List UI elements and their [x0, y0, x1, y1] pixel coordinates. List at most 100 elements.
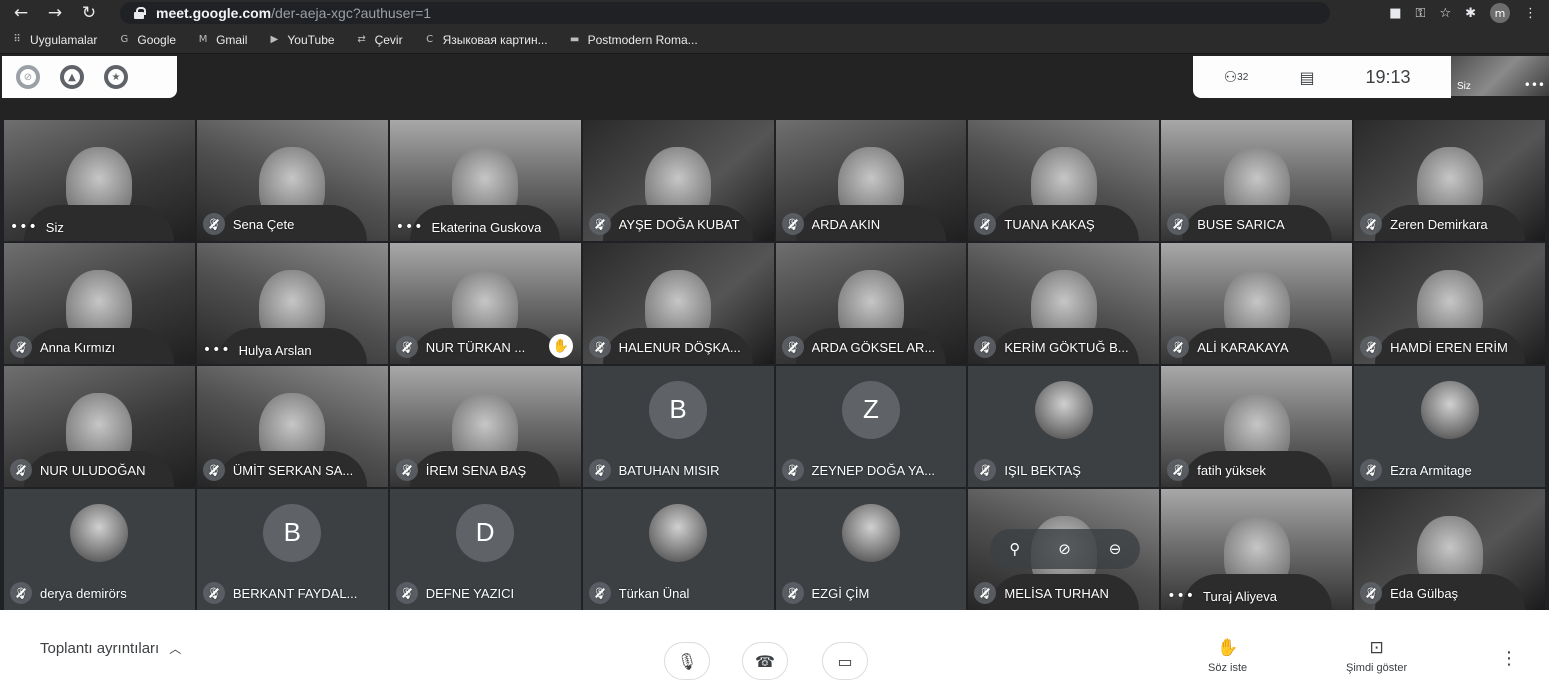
- participant-tile[interactable]: 🎙 ALİ KARAKAYA: [1161, 243, 1353, 364]
- participant-name-row: ••• Siz: [10, 219, 189, 235]
- participant-name: İREM SENA BAŞ: [425, 462, 527, 478]
- more-options-icon[interactable]: •••: [1167, 588, 1195, 604]
- muted-mic-icon: 🎙: [202, 213, 225, 235]
- more-options-icon[interactable]: •••: [203, 342, 231, 358]
- profile-avatar[interactable]: m: [1490, 3, 1510, 23]
- participant-avatar: [841, 503, 900, 562]
- participant-name: BERKANT FAYDAL...: [232, 585, 358, 601]
- bookmark-youtube[interactable]: ▶ YouTube: [267, 33, 335, 47]
- participant-tile[interactable]: 🎙 ARDA GÖKSEL AR...: [775, 243, 967, 364]
- bookmark-language-picture[interactable]: C Языковая картин...: [423, 33, 548, 47]
- participant-tile[interactable]: B 🎙 BERKANT FAYDAL...: [196, 489, 388, 610]
- forward-arrow-icon[interactable]: →: [42, 0, 68, 26]
- browser-toolbar: ← → ↻ meet.google.com/der-aeja-xgc?authu…: [0, 0, 1549, 26]
- bookmark-postmodern[interactable]: ▬ Postmodern Roma...: [568, 33, 698, 47]
- self-view-thumbnail[interactable]: Siz •••: [1451, 56, 1549, 96]
- participant-tile[interactable]: 🎙 derya demirörs: [4, 489, 195, 610]
- participant-tile[interactable]: Z 🎙 ZEYNEP DOĞA YA...: [775, 366, 967, 487]
- address-bar[interactable]: meet.google.com/der-aeja-xgc?authuser=1: [120, 2, 1330, 24]
- camera-indicator-icon[interactable]: ■: [1389, 6, 1401, 21]
- more-options-icon[interactable]: •••: [1524, 78, 1545, 92]
- participant-tile[interactable]: 🎙 EZGİ ÇİM: [775, 489, 967, 610]
- browser-menu-icon[interactable]: ⋮: [1524, 6, 1537, 21]
- participant-tile[interactable]: 🎙 Zeren Demirkara: [1354, 120, 1545, 241]
- more-options-icon[interactable]: •••: [10, 219, 38, 235]
- participant-tile[interactable]: ••• Hulya Arslan: [196, 243, 388, 364]
- participant-tile[interactable]: 🎙 AYŞE DOĞA KUBAT: [582, 120, 774, 241]
- participant-tile[interactable]: 🎙 TUANA KAKAŞ: [968, 120, 1160, 241]
- participant-tile[interactable]: 🎙 Türkan Ünal: [582, 489, 774, 610]
- participant-tile[interactable]: 🎙 Eda Gülbaş: [1354, 489, 1545, 610]
- star-badge-icon[interactable]: ★: [104, 65, 128, 89]
- bookmark-google[interactable]: G Google: [117, 33, 176, 47]
- translate-icon: ⇄: [357, 34, 366, 45]
- muted-mic-icon: 🎙: [974, 213, 997, 235]
- microphone-button[interactable]: 🎙: [664, 642, 710, 680]
- participant-tile[interactable]: 🎙 Anna Kırmızı: [4, 243, 195, 364]
- more-options-icon[interactable]: •••: [396, 219, 424, 235]
- muted-mic-icon: 🎙: [202, 582, 225, 604]
- no-camera-icon[interactable]: ⊘: [16, 65, 40, 89]
- reload-icon[interactable]: ↻: [76, 0, 102, 26]
- participant-tile[interactable]: 🎙 NUR TÜRKAN ... ✋: [389, 243, 581, 364]
- participant-name-row: 🎙 ALİ KARAKAYA: [1167, 336, 1346, 358]
- remove-icon[interactable]: ⊖: [1109, 540, 1122, 558]
- participant-tile[interactable]: 🎙 ARDA AKIN: [775, 120, 967, 241]
- participant-tile[interactable]: ••• Turaj Aliyeva: [1161, 489, 1353, 610]
- participant-tile[interactable]: 🎙 BUSE SARICA: [1161, 120, 1353, 241]
- participant-tile[interactable]: 🎙 ÜMİT SERKAN SA...: [196, 366, 388, 487]
- hang-up-icon: ☎: [755, 651, 775, 671]
- participant-tile[interactable]: ••• Ekaterina Guskova: [389, 120, 581, 241]
- key-icon[interactable]: ⚿: [1416, 6, 1426, 21]
- raise-hand-button[interactable]: ✋ Söz iste: [1208, 638, 1247, 674]
- star-icon[interactable]: ☆: [1439, 6, 1451, 21]
- participant-tile[interactable]: B 🎙 BATUHAN MISIR: [582, 366, 774, 487]
- muted-mic-icon: 🎙: [974, 336, 997, 358]
- more-options-vertical-icon[interactable]: ⋮: [1500, 648, 1518, 669]
- participant-tile[interactable]: ••• Siz: [4, 120, 195, 241]
- back-arrow-icon[interactable]: ←: [8, 0, 34, 26]
- participant-tile[interactable]: 🎙 NUR ULUDOĞAN: [4, 366, 195, 487]
- camera-button[interactable]: ▭: [822, 642, 868, 680]
- mute-participant-icon[interactable]: ⊘: [1058, 540, 1071, 558]
- bookmark-apps[interactable]: ⠿ Uygulamalar: [10, 33, 97, 47]
- meeting-details-toggle[interactable]: Toplantı ayrıntıları ︿: [40, 610, 181, 687]
- participant-tile[interactable]: 🎙 HALENUR DÖŞKA...: [582, 243, 774, 364]
- muted-mic-icon: 🎙: [10, 459, 32, 481]
- muted-mic-icon: 🎙: [781, 336, 804, 358]
- extensions-puzzle-icon[interactable]: ✱: [1465, 6, 1476, 21]
- participant-name-row: 🎙 NUR TÜRKAN ...: [395, 336, 575, 358]
- participant-name-row: 🎙 AYŞE DOĞA KUBAT: [588, 213, 768, 235]
- participant-tile[interactable]: 🎙 Sena Çete: [196, 120, 388, 241]
- muted-mic-icon: 🎙: [1360, 336, 1383, 358]
- participant-name-row: 🎙 KERİM GÖKTUĞ B...: [974, 336, 1153, 358]
- present-now-button[interactable]: ⊡ Şimdi göster: [1346, 638, 1407, 674]
- participant-avatar: [70, 503, 129, 562]
- muted-mic-icon: 🎙: [10, 582, 32, 604]
- participant-name: fatih yüksek: [1197, 462, 1266, 478]
- muted-mic-icon: 🎙: [1360, 459, 1383, 481]
- participant-tile[interactable]: 🎙 KERİM GÖKTUĞ B...: [968, 243, 1160, 364]
- bookmark-gmail[interactable]: M Gmail: [196, 33, 248, 47]
- participant-tile[interactable]: D 🎙 DEFNE YAZICI: [389, 489, 581, 610]
- participant-name-row: 🎙 ÜMİT SERKAN SA...: [202, 459, 382, 481]
- bookmark-translate[interactable]: ⇄ Çevir: [355, 33, 402, 47]
- participant-tile[interactable]: 🎙 Ezra Armitage: [1354, 366, 1545, 487]
- participant-tile[interactable]: 🎙 IŞIL BEKTAŞ: [968, 366, 1160, 487]
- leave-call-button[interactable]: ☎: [742, 642, 788, 680]
- triangle-icon[interactable]: ▲: [60, 65, 84, 89]
- participant-name-row: 🎙 ARDA AKIN: [781, 213, 961, 235]
- participant-name: ÜMİT SERKAN SA...: [232, 462, 354, 478]
- participants-button[interactable]: ⚇ 32: [1193, 56, 1279, 98]
- participant-tile[interactable]: 🎙 HAMDİ EREN ERİM: [1354, 243, 1545, 364]
- participant-tile[interactable]: 🎙 fatih yüksek: [1161, 366, 1353, 487]
- participant-name: Türkan Ünal: [618, 585, 690, 601]
- participant-tile[interactable]: 🎙 İREM SENA BAŞ: [389, 366, 581, 487]
- pin-icon[interactable]: ⚲: [1009, 540, 1020, 558]
- participant-tile[interactable]: ⚲ ⊘ ⊖ 🎙 MELİSA TURHAN: [968, 489, 1160, 610]
- participant-name-row: ••• Turaj Aliyeva: [1167, 588, 1346, 604]
- chat-icon[interactable]: ▤: [1279, 56, 1335, 98]
- participant-name-row: 🎙 BATUHAN MISIR: [588, 459, 768, 481]
- url-host: meet.google.com: [156, 5, 272, 21]
- participant-name-row: ••• Ekaterina Guskova: [396, 219, 575, 235]
